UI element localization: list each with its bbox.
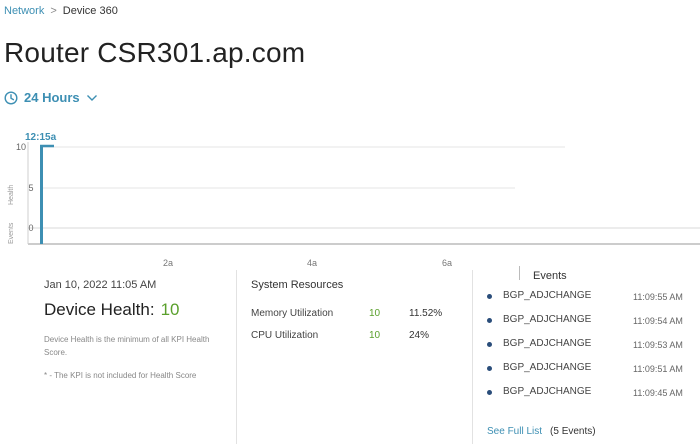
resource-value: 11.52% <box>409 308 443 319</box>
event-list: BGP_ADJCHANGE 11:09:55 AM BGP_ADJCHANGE … <box>487 288 697 408</box>
system-resources-panel: System Resources Memory Utilization 10 1… <box>236 270 472 444</box>
resource-score: 10 <box>369 308 381 319</box>
y-tick-label: 10 <box>16 142 26 152</box>
event-count: (5 Events) <box>550 426 596 437</box>
y-tick-label: 0 <box>28 223 33 233</box>
breadcrumb-separator-icon: > <box>50 5 57 17</box>
event-name: BGP_ADJCHANGE <box>503 314 592 325</box>
resource-value: 24% <box>409 330 430 341</box>
event-item[interactable]: BGP_ADJCHANGE 11:09:51 AM <box>487 360 697 384</box>
cursor-time-label: 12:15a <box>25 132 57 143</box>
resource-name: Memory Utilization <box>251 308 334 319</box>
see-full-list: See Full List (5 Events) <box>487 426 596 437</box>
event-item[interactable]: BGP_ADJCHANGE 11:09:53 AM <box>487 336 697 360</box>
cursor-marker-bar[interactable] <box>40 146 43 244</box>
event-item[interactable]: BGP_ADJCHANGE 11:09:55 AM <box>487 288 697 312</box>
x-tick-label: 2a <box>163 258 173 268</box>
events-title: Events <box>519 266 567 282</box>
event-item[interactable]: BGP_ADJCHANGE 11:09:45 AM <box>487 384 697 408</box>
clock-icon <box>4 90 18 105</box>
chevron-down-icon <box>86 94 97 101</box>
resource-row-memory[interactable]: Memory Utilization 10 11.52% <box>251 308 461 322</box>
breadcrumb: Network > Device 360 <box>4 5 118 17</box>
breadcrumb-current: Device 360 <box>62 5 118 17</box>
event-time: 11:09:53 AM <box>633 340 683 350</box>
device-health-panel: Jan 10, 2022 11:05 AM Device Health: 10 D… <box>40 270 236 444</box>
event-name: BGP_ADJCHANGE <box>503 290 592 301</box>
x-tick-label: 4a <box>307 258 317 268</box>
event-bullet-icon <box>487 294 492 299</box>
event-item[interactable]: BGP_ADJCHANGE 11:09:54 AM <box>487 312 697 336</box>
resource-score: 10 <box>369 330 381 341</box>
event-name: BGP_ADJCHANGE <box>503 362 592 373</box>
event-time: 11:09:55 AM <box>633 292 683 302</box>
event-time: 11:09:45 AM <box>633 388 683 398</box>
event-name: BGP_ADJCHANGE <box>503 338 592 349</box>
kpi-footnote: * - The KPI is not included for Health S… <box>44 371 197 380</box>
system-resources-title: System Resources <box>251 279 344 291</box>
breadcrumb-network-link[interactable]: Network <box>4 5 44 17</box>
health-timestamp: Jan 10, 2022 11:05 AM <box>44 279 157 291</box>
resource-row-cpu[interactable]: CPU Utilization 10 24% <box>251 330 461 344</box>
event-bullet-icon <box>487 390 492 395</box>
see-full-list-link[interactable]: See Full List <box>487 426 542 437</box>
time-range-selector[interactable]: 24 Hours <box>4 90 98 105</box>
events-panel: Events BGP_ADJCHANGE 11:09:55 AM BGP_ADJ… <box>472 266 700 444</box>
device-health-score: 10 <box>160 300 180 319</box>
event-name: BGP_ADJCHANGE <box>503 386 592 397</box>
device-health-label: Device Health: <box>44 300 155 319</box>
event-bullet-icon <box>487 366 492 371</box>
page-title: Router CSR301.ap.com <box>4 37 306 68</box>
event-bullet-icon <box>487 342 492 347</box>
resource-name: CPU Utilization <box>251 330 319 341</box>
y-axis-label-health: Health <box>8 185 15 205</box>
x-tick-label: 6a <box>442 258 452 268</box>
event-bullet-icon <box>487 318 492 323</box>
health-note: Device Health is the minimum of all KPI … <box>44 335 210 357</box>
y-axis-label-events: Events <box>8 222 15 244</box>
device-health-summary: Device Health: 10 <box>44 300 179 320</box>
health-timeline-chart[interactable]: Health Events 10 5 0 2a 4a 6a 12:15a <box>0 120 700 280</box>
event-time: 11:09:54 AM <box>633 316 683 326</box>
event-time: 11:09:51 AM <box>633 364 683 374</box>
y-tick-label: 5 <box>28 183 33 193</box>
time-range-label: 24 Hours <box>24 90 80 105</box>
